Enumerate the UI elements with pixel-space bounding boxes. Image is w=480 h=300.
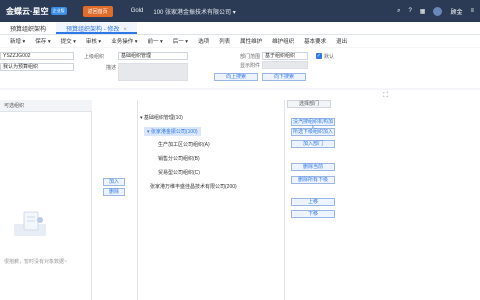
header-form: YSZZJG002 我认为预算组织 上级组织 基础组织管理 描述 部门范围 基于…: [0, 48, 480, 88]
help-icon[interactable]: ?: [408, 8, 411, 14]
desc-label: 描述: [106, 65, 117, 71]
name-field[interactable]: 我认为预算组织: [0, 63, 74, 71]
close-icon[interactable]: ×: [123, 27, 127, 33]
parent-label: 上级组织: [84, 54, 105, 60]
tab-org-structure[interactable]: 预算组织架构: [0, 22, 56, 34]
toolbar-audit[interactable]: 审核 ▾: [86, 37, 101, 45]
main-area: ⛶ 可选组织 很抱歉，暂时没有对象数据~ 加入 删除 ▾ 基础组织管理(10) …: [0, 90, 480, 300]
add-button[interactable]: 加入: [103, 178, 125, 186]
default-label: 默认: [324, 54, 335, 60]
source-label: 显示附件: [240, 63, 261, 69]
toolbar-options[interactable]: 选项: [198, 37, 209, 45]
empty-state-text: 很抱歉，暂时没有对象数据~: [4, 259, 67, 265]
tree-node[interactable]: 贸易型公司组织(C): [158, 169, 200, 176]
selected-dept-panel: 选择部门 没汽搜组织机构加入 所选下级组织加入 加入部门 删除当前 删除所有下级…: [285, 100, 480, 300]
toolbar-business[interactable]: 业务操作 ▾: [111, 37, 137, 45]
delete-sub-button[interactable]: 删除所有下级: [291, 176, 335, 184]
toolbar-attr[interactable]: 属性维护: [240, 37, 262, 45]
home-button[interactable]: 返回首页: [82, 5, 113, 17]
toolbar-maintain[interactable]: 维护组织: [272, 37, 294, 45]
delete-button[interactable]: 删除: [103, 188, 125, 196]
toolbar: 新增 ▾ 保存 ▾ 提交 ▾ 审核 ▾ 业务操作 ▾ 前一 ▾ 后一 ▾ 选项 …: [0, 35, 480, 47]
available-org-panel: 可选组织 很抱歉，暂时没有对象数据~: [0, 100, 92, 300]
dept-select[interactable]: 基于组织组织: [262, 52, 308, 60]
toolbar-exit[interactable]: 退出: [336, 37, 347, 45]
add-sub-org-button[interactable]: 所选下级组织加入: [291, 128, 335, 136]
menu-icon[interactable]: ≡: [470, 8, 474, 14]
top-right-area: ⌕ ? ▦ 顾金 ≡: [397, 6, 474, 16]
search-down-button[interactable]: 向下搜索: [262, 73, 306, 81]
toolbar-prev[interactable]: 前一 ▾: [147, 37, 162, 45]
org-tree: ▾ 基础组织管理(10) ▾ 张家港金振公司(100) 生产加工区公司组织(A)…: [137, 100, 285, 300]
edition-badge: 企业版: [50, 7, 67, 15]
add-dept-button[interactable]: 加入部门: [291, 140, 335, 148]
source-field[interactable]: [262, 61, 308, 69]
tree-node[interactable]: 生产加工区公司组织(A): [158, 141, 210, 148]
edition-label: Gold: [130, 8, 144, 14]
tab-bar: 预算组织架构 预算组织架构 - 修改 ×: [0, 22, 480, 35]
avatar[interactable]: [433, 6, 443, 16]
default-checkbox[interactable]: ✓: [316, 53, 322, 59]
org-selector[interactable]: 100 张家港金振技术有限公司 ▾: [153, 7, 235, 16]
desc-field[interactable]: [118, 63, 188, 81]
tree-root[interactable]: ▾ 基础组织管理(10): [140, 114, 183, 121]
toolbar-new[interactable]: 新增 ▾: [10, 37, 25, 45]
add-org-button[interactable]: 没汽搜组织机构加入: [291, 118, 335, 131]
toolbar-next[interactable]: 后一 ▾: [173, 37, 188, 45]
user-name[interactable]: 顾金: [450, 7, 462, 16]
code-field[interactable]: YSZZJG002: [0, 52, 74, 60]
app-logo: 金蝶云·星空: [6, 6, 49, 16]
tree-node-selected[interactable]: ▾ 张家港金振公司(100): [144, 127, 201, 136]
toolbar-save[interactable]: 保存 ▾: [35, 37, 50, 45]
top-bar: 金蝶云·星空 企业版 返回首页 Gold 100 张家港金振技术有限公司 ▾ ⌕…: [0, 0, 480, 22]
tree-node[interactable]: 张家港万维丰盛佳昌技术有限公司(200): [150, 183, 237, 190]
tab-label: 预算组织架构 - 修改: [66, 27, 120, 33]
panel-title: 选择部门: [287, 100, 331, 108]
move-down-button[interactable]: 下移: [291, 210, 335, 218]
tree-node[interactable]: 销售分公司组织(B): [158, 155, 200, 162]
expand-icon[interactable]: ⛶: [383, 92, 388, 100]
move-up-button[interactable]: 上移: [291, 198, 335, 206]
dept-label: 部门范围: [240, 54, 261, 60]
panel-title: 可选组织: [0, 100, 92, 112]
toolbar-submit[interactable]: 提交 ▾: [61, 37, 76, 45]
tab-org-structure-edit[interactable]: 预算组织架构 - 修改 ×: [56, 22, 137, 34]
search-up-button[interactable]: 向上搜索: [214, 73, 258, 81]
toolbar-list[interactable]: 列表: [219, 37, 230, 45]
parent-field[interactable]: 基础组织管理: [118, 52, 188, 60]
grid-icon[interactable]: ▦: [420, 8, 426, 15]
toolbar-requirements[interactable]: 基本要求: [304, 37, 326, 45]
delete-current-button[interactable]: 删除当前: [291, 163, 335, 171]
search-icon[interactable]: ⌕: [397, 8, 400, 15]
empty-state-illustration: [14, 211, 46, 236]
